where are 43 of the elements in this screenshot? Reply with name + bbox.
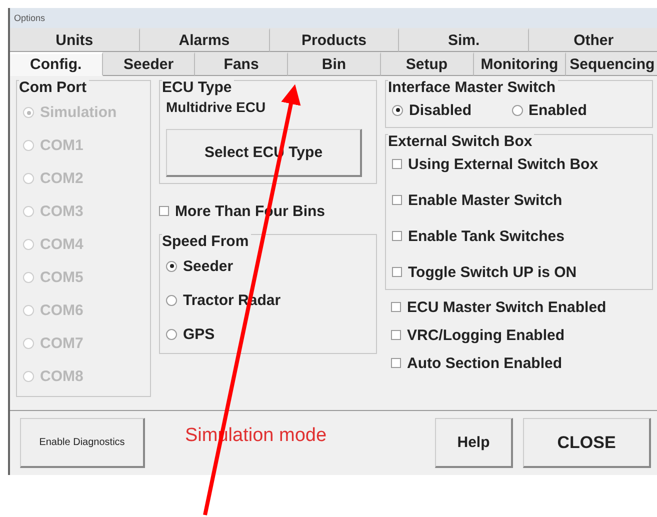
radio-icon[interactable] [166, 260, 177, 272]
radio-option[interactable]: Enabled [512, 99, 587, 121]
group-title: ECU Type [162, 79, 234, 96]
checkbox-option[interactable]: Using External Switch Box [392, 153, 646, 175]
checkbox-icon[interactable] [392, 231, 402, 241]
checkbox-option[interactable]: ECU Master Switch Enabled [391, 296, 653, 318]
radio-icon[interactable] [392, 104, 403, 116]
tab[interactable]: Units [10, 28, 140, 52]
tab[interactable]: Other [529, 28, 657, 52]
radio-icon[interactable] [166, 294, 177, 306]
group-title: Speed From [162, 233, 251, 250]
checkbox-option[interactable]: Auto Section Enabled [391, 352, 653, 374]
tab[interactable]: Config. [10, 52, 103, 76]
checkbox-option[interactable]: Enable Tank Switches [392, 225, 646, 247]
radio-option[interactable]: Seeder [166, 253, 370, 279]
tab[interactable]: Seeder [102, 52, 196, 76]
tab[interactable]: Products [270, 28, 400, 52]
tab[interactable]: Sim. [399, 28, 530, 52]
radio-option[interactable]: Disabled [392, 99, 472, 121]
checkbox-option[interactable]: VRC/Logging Enabled [391, 324, 653, 346]
checkbox-icon[interactable] [391, 358, 401, 368]
radio-icon[interactable] [166, 328, 177, 340]
checkbox-option[interactable]: Toggle Switch UP is ON [392, 261, 646, 283]
window-title: Options [14, 13, 46, 23]
tab[interactable]: Monitoring [474, 52, 566, 76]
checkbox-icon[interactable] [391, 302, 401, 312]
tab[interactable]: Sequencing [566, 52, 657, 76]
checkbox-icon[interactable] [392, 195, 402, 205]
radio-icon[interactable] [512, 104, 523, 116]
ecu-type-value: Multidrive ECU [166, 99, 267, 115]
tab[interactable]: Setup [380, 52, 474, 76]
checkbox-icon[interactable] [391, 330, 401, 340]
help-button[interactable]: Help [435, 418, 513, 468]
tab[interactable]: Fans [195, 52, 288, 76]
checkbox-icon[interactable] [392, 159, 402, 169]
tab[interactable]: Alarms [140, 28, 270, 52]
radio-option[interactable]: GPS [166, 321, 370, 347]
tab[interactable]: Bin [288, 52, 381, 76]
checkbox-option[interactable]: Enable Master Switch [392, 189, 646, 211]
checkbox-icon[interactable] [159, 206, 169, 216]
close-button[interactable]: CLOSE [523, 418, 651, 468]
enable-diagnostics-button[interactable]: Enable Diagnostics [20, 418, 145, 468]
checkbox-icon[interactable] [392, 267, 402, 277]
